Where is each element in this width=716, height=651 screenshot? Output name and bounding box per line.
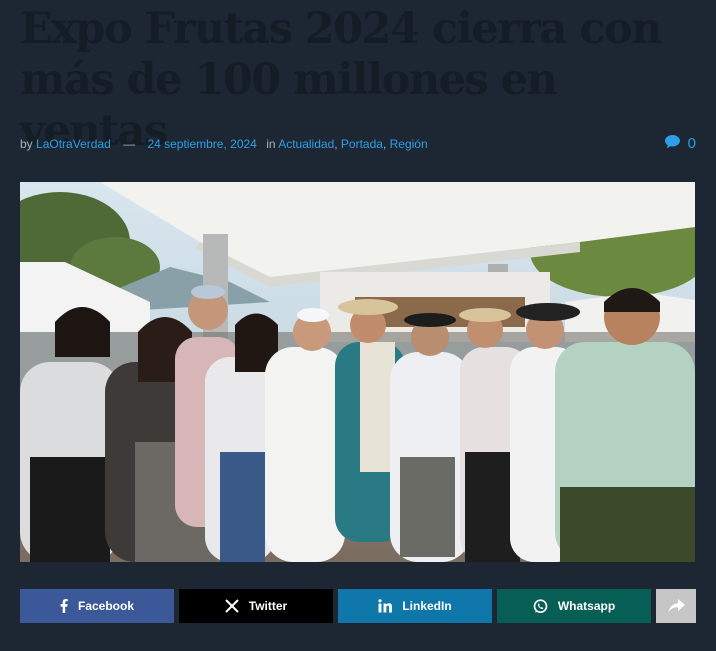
linkedin-icon — [378, 599, 393, 613]
category-link-portada[interactable]: Portada — [341, 137, 383, 151]
in-label: in — [266, 137, 276, 151]
whatsapp-share-label: Whatsapp — [557, 599, 616, 613]
linkedin-share-label: LinkedIn — [402, 599, 452, 613]
twitter-share-label: Twitter — [248, 599, 288, 613]
facebook-icon — [60, 599, 68, 613]
comment-count: 0 — [687, 135, 696, 152]
category-link-region[interactable]: Región — [390, 137, 428, 151]
comment-bubble-icon — [664, 134, 681, 153]
whatsapp-icon — [533, 598, 548, 614]
facebook-share-label: Facebook — [77, 599, 134, 613]
comments-link[interactable]: 0 — [664, 134, 696, 153]
article-meta: by LaOtraVerdad — 24 septiembre, 2024 in… — [20, 134, 696, 153]
linkedin-share-button[interactable]: LinkedIn — [338, 589, 492, 623]
share-arrow-icon — [668, 599, 685, 613]
facebook-share-button[interactable]: Facebook — [20, 589, 174, 623]
more-share-button[interactable] — [656, 589, 696, 623]
meta-separator: — — [123, 137, 136, 151]
category-list: Actualidad, Portada, Región — [278, 137, 428, 151]
by-label: by — [20, 137, 33, 151]
twitter-share-button[interactable]: Twitter — [179, 589, 333, 623]
date-link[interactable]: 24 septiembre, 2024 — [147, 137, 256, 151]
author-link[interactable]: LaOtraVerdad — [36, 137, 111, 151]
whatsapp-share-button[interactable]: Whatsapp — [497, 589, 651, 623]
share-bar: Facebook Twitter LinkedIn Whatsapp — [20, 589, 696, 623]
featured-image — [20, 182, 695, 562]
category-link-actualidad[interactable]: Actualidad — [278, 137, 334, 151]
article-title: Expo Frutas 2024 cierra con más de 100 m… — [20, 4, 663, 156]
x-icon — [225, 599, 239, 613]
